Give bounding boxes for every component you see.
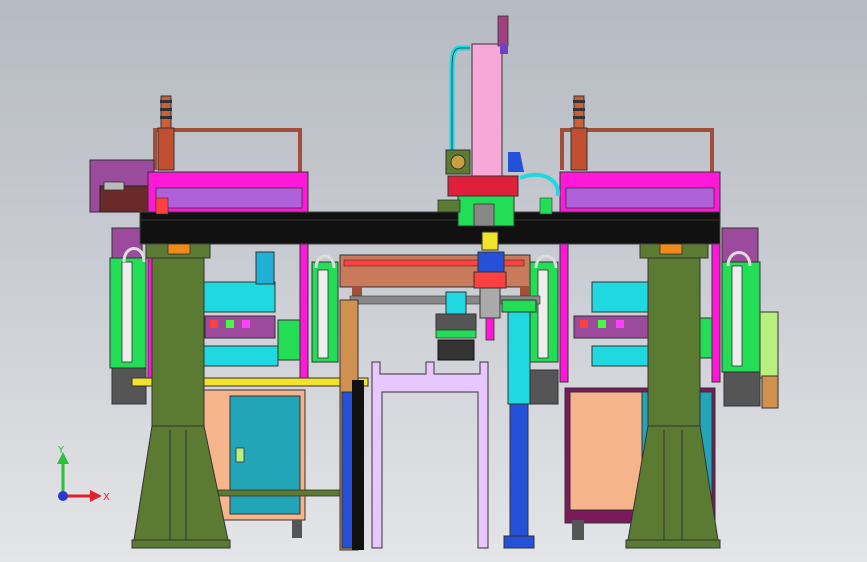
coordinate-triad-icon: Y X [57, 445, 110, 503]
center-lavender-stand [371, 361, 489, 549]
left-control-box [89, 159, 155, 213]
x-axis-label: X [103, 492, 110, 503]
left-inner-cylinder-unit [311, 254, 339, 363]
y-axis-label: Y [57, 445, 65, 456]
right-inner-cylinder-unit [527, 254, 559, 405]
cad-viewport[interactable]: Y X [0, 0, 867, 562]
left-top-frame [153, 128, 302, 172]
gripper-head [473, 231, 507, 341]
left-machine-module [199, 251, 301, 367]
right-outer-cylinder-unit [721, 251, 779, 409]
center-bridge [339, 254, 541, 305]
right-signal-tower [570, 95, 588, 171]
machine-assembly-drawing[interactable]: Y X [0, 0, 867, 562]
left-signal-tower [157, 95, 175, 171]
